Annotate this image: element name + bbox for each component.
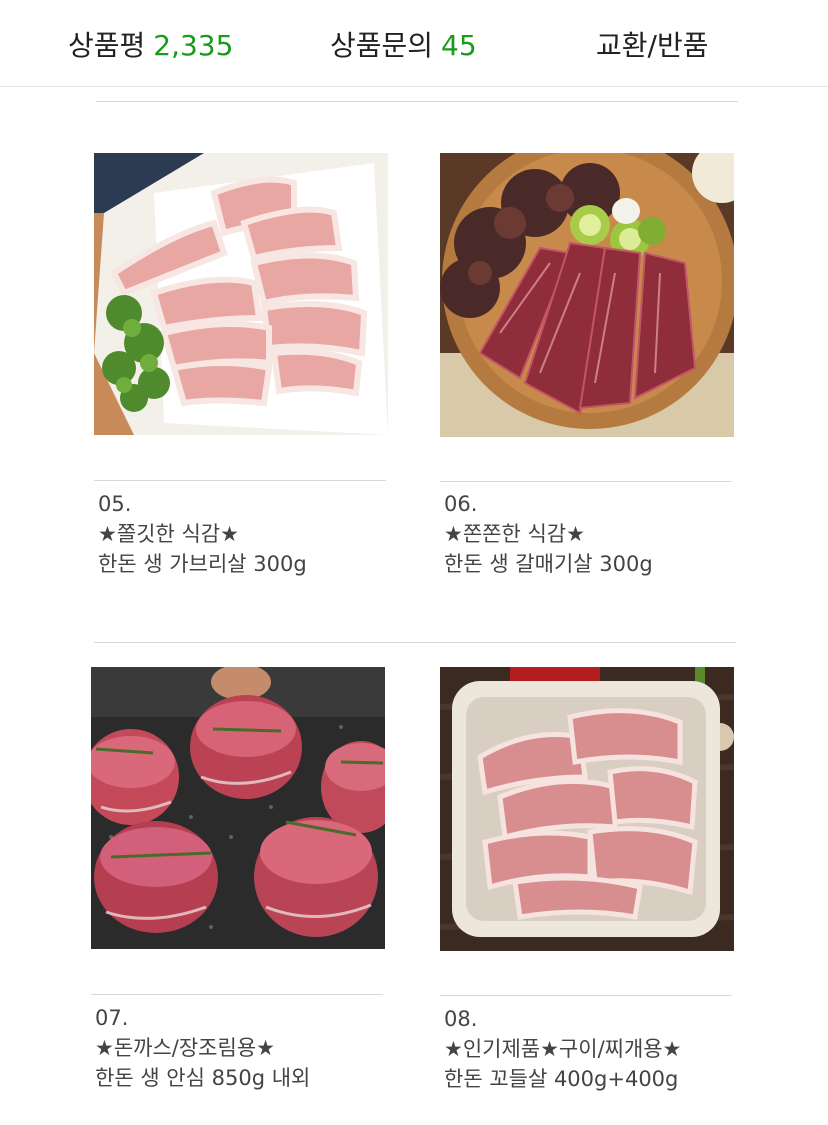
product-tagline: ★쫄깃한 식감★ (98, 522, 239, 546)
product-name: 한돈 생 갈매기살 300g (444, 552, 653, 576)
card-divider (94, 480, 386, 481)
top-divider (96, 101, 738, 102)
product-card-05[interactable]: 05. ★쫄깃한 식감★ 한돈 생 가브리살 300g (94, 153, 390, 593)
product-image-07[interactable] (91, 667, 385, 949)
tab-reviews-label: 상품평 (68, 29, 146, 62)
product-number: 08. (444, 1007, 478, 1031)
tab-qna-count: 45 (441, 29, 477, 62)
product-card-08[interactable]: 08. ★인기제품★구이/찌개용★ 한돈 꼬들살 400g+400g (440, 667, 736, 1107)
product-name: 한돈 꼬들살 400g+400g (444, 1067, 679, 1091)
card-divider (440, 481, 732, 482)
review-tab-bar: 상품평 2,335 상품문의 45 교환/반품 (0, 0, 828, 87)
product-card-07[interactable]: 07. ★돈까스/장조림용★ 한돈 생 안심 850g 내외 (91, 667, 387, 1107)
product-name: 한돈 생 안심 850g 내외 (95, 1066, 311, 1090)
product-number: 05. (98, 492, 132, 516)
product-card-06[interactable]: 06. ★쫀쫀한 식감★ 한돈 생 갈매기살 300g (440, 153, 736, 593)
tab-reviews-count: 2,335 (153, 29, 234, 62)
card-divider (91, 994, 383, 995)
row-divider (94, 642, 736, 643)
product-image-05[interactable] (94, 153, 388, 435)
product-name: 한돈 생 가브리살 300g (98, 552, 307, 576)
tab-exchange-return[interactable]: 교환/반품 (596, 24, 708, 68)
product-tagline: ★돈까스/장조림용★ (95, 1036, 275, 1060)
product-tagline: ★쫀쫀한 식감★ (444, 522, 585, 546)
product-number: 07. (95, 1006, 129, 1030)
product-image-06[interactable] (440, 153, 734, 437)
product-tagline: ★인기제품★구이/찌개용★ (444, 1037, 682, 1061)
tab-qna[interactable]: 상품문의 45 (330, 24, 477, 68)
product-image-08[interactable] (440, 667, 734, 951)
card-divider (440, 995, 732, 996)
tab-return-label: 교환/반품 (596, 29, 709, 62)
tab-reviews[interactable]: 상품평 2,335 (68, 24, 233, 68)
tab-qna-label: 상품문의 (330, 29, 434, 62)
product-number: 06. (444, 492, 478, 516)
